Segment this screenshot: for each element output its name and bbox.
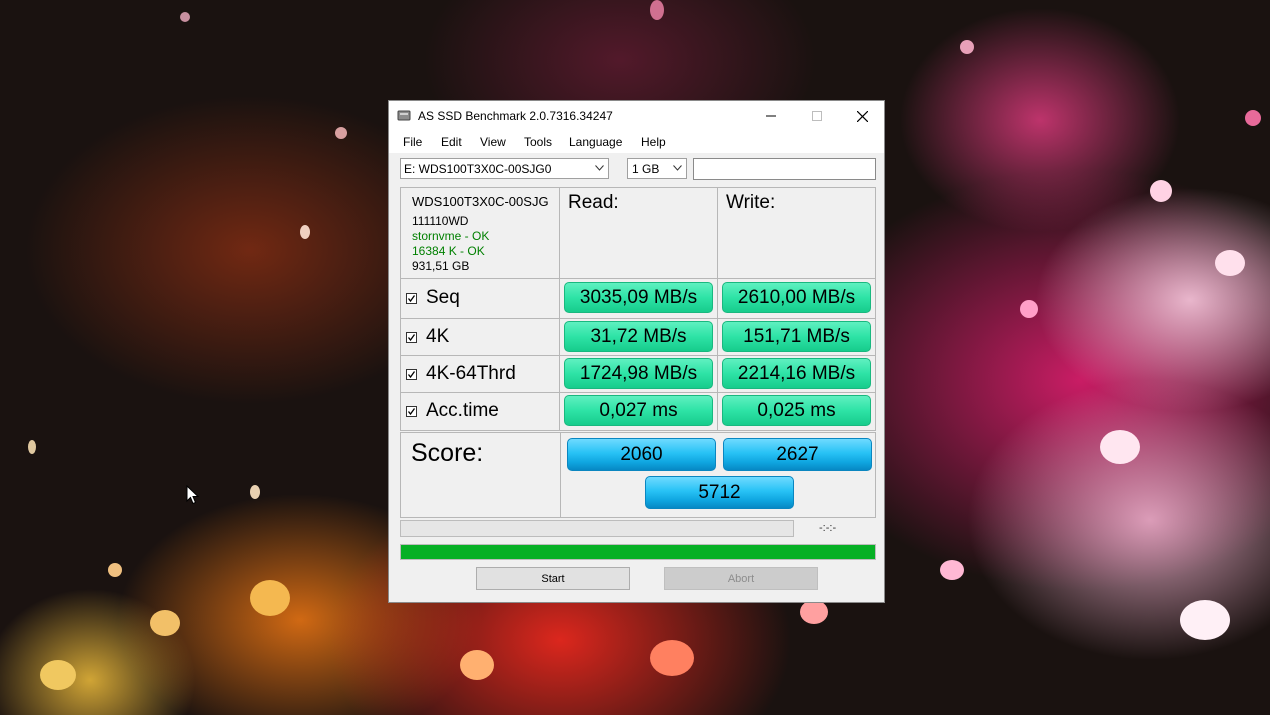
4k-read-result: 31,72 MB/s xyxy=(564,321,713,352)
row-4k-label-cell: 4K xyxy=(400,318,560,356)
info-textbox[interactable] xyxy=(693,158,876,180)
overall-progress-bar xyxy=(400,544,876,560)
4k64-test-toggle[interactable]: 4K-64Thrd xyxy=(406,363,516,385)
minimize-icon xyxy=(766,115,776,117)
seq-label: Seq xyxy=(426,287,460,308)
drive-info-panel: WDS100T3X0C-00SJG 111110WD stornvme - OK… xyxy=(400,187,560,279)
size-dropdown-value: 1 GB xyxy=(632,162,660,176)
row-4k-read-cell: 31,72 MB/s xyxy=(559,318,718,356)
seq-checkbox[interactable] xyxy=(406,292,417,304)
abort-button[interactable]: Abort xyxy=(664,567,818,590)
score-write: 2627 xyxy=(723,438,872,471)
checkmark-icon xyxy=(407,370,416,378)
row-4k64-read-cell: 1724,98 MB/s xyxy=(559,355,718,393)
chevron-down-icon xyxy=(673,165,682,171)
4k64-read-result: 1724,98 MB/s xyxy=(564,358,713,389)
menu-view[interactable]: View xyxy=(480,135,506,149)
chevron-down-icon xyxy=(595,165,604,171)
4k64-label: 4K-64Thrd xyxy=(426,363,516,384)
menu-bar: File Edit View Tools Language Help xyxy=(389,131,884,153)
score-read: 2060 xyxy=(567,438,716,471)
acctime-label: Acc.time xyxy=(426,400,499,421)
read-column-header: Read: xyxy=(559,187,718,279)
menu-file[interactable]: File xyxy=(403,135,422,149)
score-panel: Score: 2060 2627 5712 xyxy=(400,432,876,518)
window-title: AS SSD Benchmark 2.0.7316.34247 xyxy=(418,109,613,123)
4k-write-result: 151,71 MB/s xyxy=(722,321,871,352)
maximize-button[interactable] xyxy=(794,101,840,131)
row-seq-write-cell: 2610,00 MB/s xyxy=(717,278,876,319)
seq-test-toggle[interactable]: Seq xyxy=(406,287,460,309)
menu-language[interactable]: Language xyxy=(569,135,622,149)
menu-edit[interactable]: Edit xyxy=(441,135,462,149)
drive-model: WDS100T3X0C-00SJG xyxy=(412,194,549,209)
row-4k64-label-cell: 4K-64Thrd xyxy=(400,355,560,393)
row-4k-write-cell: 151,71 MB/s xyxy=(717,318,876,356)
4k-test-toggle[interactable]: 4K xyxy=(406,326,449,348)
seq-read-result: 3035,09 MB/s xyxy=(564,282,713,313)
driver-status: stornvme - OK xyxy=(412,229,490,243)
read-header-label: Read: xyxy=(568,192,619,213)
minimize-button[interactable] xyxy=(748,101,794,131)
test-progress-bar xyxy=(400,520,794,537)
write-header-label: Write: xyxy=(726,192,776,213)
score-total: 5712 xyxy=(645,476,794,509)
alignment-status: 16384 K - OK xyxy=(412,244,485,258)
row-seq-read-cell: 3035,09 MB/s xyxy=(559,278,718,319)
4k-label: 4K xyxy=(426,326,450,347)
drive-firmware: 111110WD xyxy=(412,214,469,228)
close-button[interactable] xyxy=(839,101,885,131)
score-label: Score: xyxy=(411,439,484,467)
menu-tools[interactable]: Tools xyxy=(524,135,552,149)
title-bar[interactable]: AS SSD Benchmark 2.0.7316.34247 xyxy=(389,101,884,131)
size-dropdown[interactable]: 1 GB xyxy=(627,158,687,179)
menu-help[interactable]: Help xyxy=(641,135,666,149)
row-4k64-write-cell: 2214,16 MB/s xyxy=(717,355,876,393)
elapsed-time: -:-:- xyxy=(819,522,837,534)
row-acctime-label-cell: Acc.time xyxy=(400,392,560,431)
row-acctime-read-cell: 0,027 ms xyxy=(559,392,718,431)
drive-capacity: 931,51 GB xyxy=(412,259,470,273)
checkmark-icon xyxy=(407,294,416,302)
mouse-cursor-icon xyxy=(186,485,200,505)
start-button[interactable]: Start xyxy=(476,567,630,590)
overall-progress-fill xyxy=(401,545,875,559)
4k64-write-result: 2214,16 MB/s xyxy=(722,358,871,389)
acctime-checkbox[interactable] xyxy=(406,405,417,417)
row-seq-label-cell: Seq xyxy=(400,278,560,319)
maximize-icon xyxy=(812,111,822,121)
drive-dropdown[interactable]: E: WDS100T3X0C-00SJG0 xyxy=(400,158,609,179)
row-acctime-write-cell: 0,025 ms xyxy=(717,392,876,431)
write-column-header: Write: xyxy=(717,187,876,279)
seq-write-result: 2610,00 MB/s xyxy=(722,282,871,313)
4k64-checkbox[interactable] xyxy=(406,368,417,380)
score-divider xyxy=(560,433,561,517)
acctime-write-result: 0,025 ms xyxy=(722,395,871,426)
drive-icon xyxy=(397,110,411,121)
4k-checkbox[interactable] xyxy=(406,331,417,343)
results-grid: WDS100T3X0C-00SJG 111110WD stornvme - OK… xyxy=(400,187,876,518)
checkmark-icon xyxy=(407,333,416,341)
close-icon xyxy=(856,110,868,122)
acctime-test-toggle[interactable]: Acc.time xyxy=(406,400,499,422)
acctime-read-result: 0,027 ms xyxy=(564,395,713,426)
app-window: AS SSD Benchmark 2.0.7316.34247 File Edi… xyxy=(388,100,885,603)
checkmark-icon xyxy=(407,407,416,415)
drive-dropdown-value: E: WDS100T3X0C-00SJG0 xyxy=(404,162,552,176)
